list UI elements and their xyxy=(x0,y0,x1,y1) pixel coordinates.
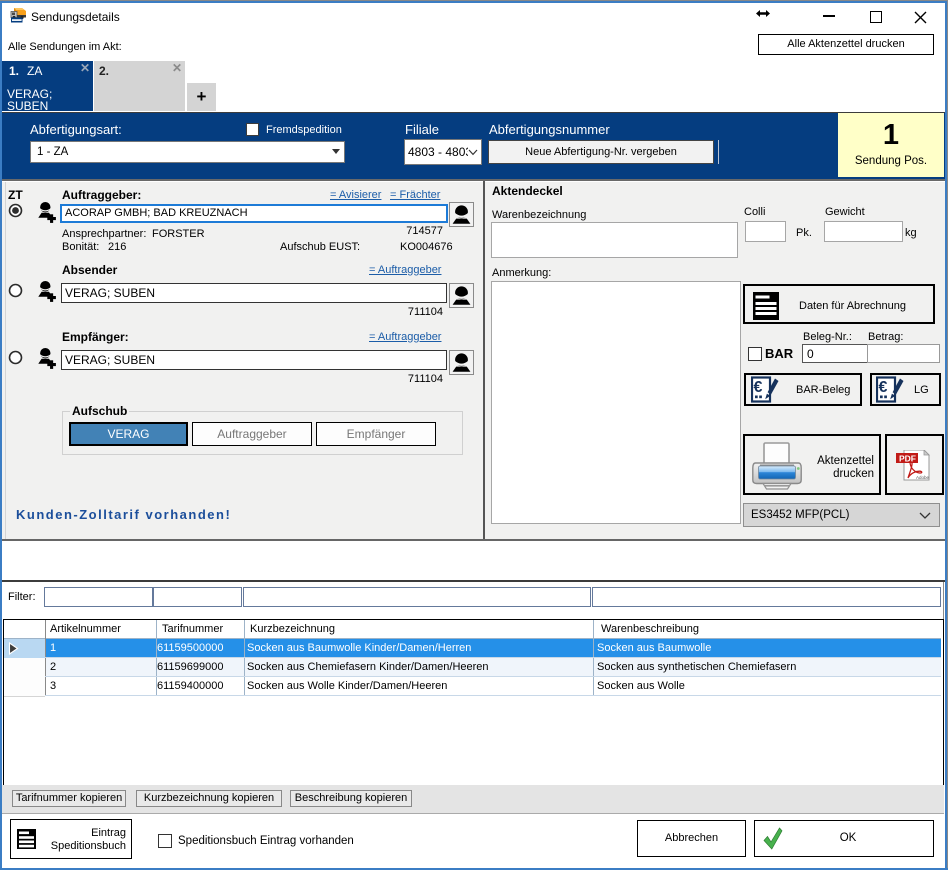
svg-text:PDF: PDF xyxy=(899,454,916,464)
svg-text:€: € xyxy=(754,379,763,396)
svg-text:Adobe: Adobe xyxy=(916,475,930,480)
svg-text:€: € xyxy=(879,379,888,396)
